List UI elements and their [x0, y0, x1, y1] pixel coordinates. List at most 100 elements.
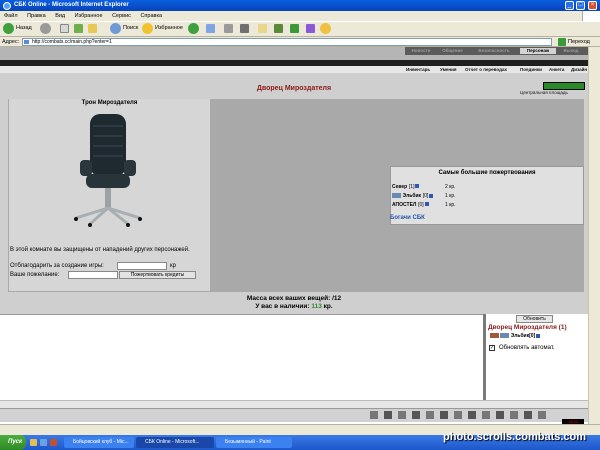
bottom-icon[interactable] [412, 411, 420, 419]
auto-refresh-checkbox[interactable]: ✓ [489, 345, 495, 351]
back-icon[interactable] [3, 23, 14, 34]
close-button[interactable]: × [588, 1, 597, 10]
info-icon[interactable] [424, 202, 429, 207]
start-button[interactable]: Пуск [0, 435, 26, 450]
donor-name[interactable]: Север [392, 184, 407, 190]
go-button[interactable]: Переход [568, 37, 590, 47]
minimize-button[interactable]: _ [565, 1, 574, 10]
refresh-icon[interactable] [74, 24, 83, 33]
subnav-profile[interactable]: Анкета [549, 66, 564, 73]
print-icon[interactable] [240, 24, 249, 33]
currency-label: кр [170, 263, 176, 269]
folder-icon[interactable] [258, 24, 267, 33]
forward-icon[interactable] [40, 23, 51, 34]
clan-icon [392, 193, 401, 198]
quicklaunch-icon[interactable] [40, 439, 47, 446]
minimap[interactable] [543, 82, 585, 90]
smiley-icon[interactable] [320, 23, 331, 34]
back-button[interactable]: Назад [16, 24, 32, 33]
donation-amount: 1 кр. [445, 202, 456, 208]
window-title-bar: СБК Online - Microsoft Internet Explorer [0, 0, 600, 11]
donate-button[interactable]: Пожертвовать кредиты [119, 271, 196, 279]
bottom-icon[interactable] [398, 411, 406, 419]
taskbar-task-active[interactable]: СБК Online - Microsoft... [136, 437, 214, 448]
bottom-icon[interactable] [370, 411, 378, 419]
menu-favorites[interactable]: Избранное [75, 13, 103, 19]
donor-name[interactable]: АПОСТЕЛ [392, 202, 416, 208]
bottom-icon[interactable] [524, 411, 532, 419]
search-button[interactable]: Поиск [123, 24, 138, 33]
menu-help[interactable]: Справка [140, 13, 162, 19]
menu-view[interactable]: Вид [55, 13, 65, 19]
donor-name[interactable]: Эльбик [403, 193, 421, 199]
bottom-icon[interactable] [440, 411, 448, 419]
address-label: Адрес: [2, 39, 20, 45]
central-square-link[interactable]: Центральная площадь [520, 90, 568, 95]
throne-title: Трон Мироздателя [81, 100, 138, 106]
info-icon[interactable] [429, 193, 434, 198]
taskbar-task[interactable]: Безымянный - Paint [216, 437, 292, 448]
window-title: СБК Online - Microsoft Internet Explorer [14, 2, 129, 8]
donor-level: [1] [408, 184, 415, 190]
tab-security[interactable]: Безопасность [469, 48, 519, 54]
subnav-fights[interactable]: Поединки [520, 66, 542, 73]
tab-character[interactable]: Персонаж [520, 48, 556, 54]
user-name[interactable]: Эльбик [511, 333, 529, 339]
wish-input[interactable] [68, 271, 118, 279]
maximize-button[interactable]: □ [576, 1, 585, 10]
quicklaunch-icon[interactable] [30, 439, 37, 446]
donation-amount-input[interactable] [117, 262, 167, 270]
home-icon[interactable] [88, 24, 97, 33]
subnav-transfer-report[interactable]: Отчет о переводах [465, 66, 507, 73]
windows-flag-icon [582, 11, 600, 21]
donation-row: АПОСТЕЛ [0] [392, 202, 429, 208]
refresh-button[interactable]: Обновить [516, 315, 553, 323]
media-icon[interactable] [188, 23, 199, 34]
mail-icon[interactable] [224, 24, 233, 33]
private-icon[interactable] [490, 333, 499, 339]
search-icon[interactable] [110, 23, 121, 34]
subnav-inventory[interactable]: Инвентарь [406, 66, 430, 73]
user-level: [0] [529, 333, 536, 339]
bottom-icon[interactable] [538, 411, 546, 419]
rich-list-link[interactable]: Богачи СБК [390, 215, 425, 221]
tab-news[interactable]: Новости [406, 48, 436, 54]
chat-area[interactable] [0, 314, 483, 400]
bottom-icon[interactable] [510, 411, 518, 419]
throne-chair-image[interactable] [68, 112, 148, 232]
info-icon[interactable] [415, 184, 420, 189]
bottom-icon[interactable] [426, 411, 434, 419]
subnav-skills[interactable]: Умения [440, 66, 457, 73]
bottom-icon[interactable] [496, 411, 504, 419]
bottom-icon[interactable] [482, 411, 490, 419]
bottom-icon[interactable] [384, 411, 392, 419]
menu-edit[interactable]: Правка [27, 13, 46, 19]
vertical-scrollbar[interactable] [588, 47, 600, 424]
favorites-button[interactable]: Избранное [155, 24, 183, 33]
taskbar-task[interactable]: Бойцовский клуб - Mic... [64, 437, 134, 448]
donation-amount: 2 кр. [445, 184, 456, 190]
go-arrow-icon[interactable] [558, 38, 566, 46]
icq-icon[interactable] [290, 24, 299, 33]
info-icon[interactable] [536, 333, 541, 338]
menu-tools[interactable]: Сервис [112, 13, 131, 19]
page-title: Дворец Мироздателя [256, 85, 332, 92]
messenger-icon[interactable] [274, 24, 283, 33]
bottom-icon[interactable] [468, 411, 476, 419]
tab-exit[interactable]: Выход [557, 48, 585, 54]
bottom-icon[interactable] [454, 411, 462, 419]
tab-chat[interactable]: Общение [437, 48, 468, 54]
stop-icon[interactable] [60, 24, 69, 33]
chat-input-strip[interactable] [0, 400, 588, 408]
menu-bar: Файл Правка Вид Избранное Сервис Справка [0, 11, 600, 21]
menu-file[interactable]: Файл [4, 13, 18, 19]
donation-row: Эльбик [0] [392, 193, 434, 199]
address-input[interactable]: http://combats.cc/main.php?enter=1 [22, 38, 552, 46]
subnav-design[interactable]: Дизайн [571, 66, 587, 73]
donation-amount: 1 кр. [445, 193, 456, 199]
research-icon[interactable] [306, 24, 315, 33]
quicklaunch-icon[interactable] [50, 439, 57, 446]
wish-label: Ваше пожелание: [10, 272, 60, 278]
favorites-star-icon[interactable] [142, 23, 153, 34]
history-icon[interactable] [206, 24, 215, 33]
